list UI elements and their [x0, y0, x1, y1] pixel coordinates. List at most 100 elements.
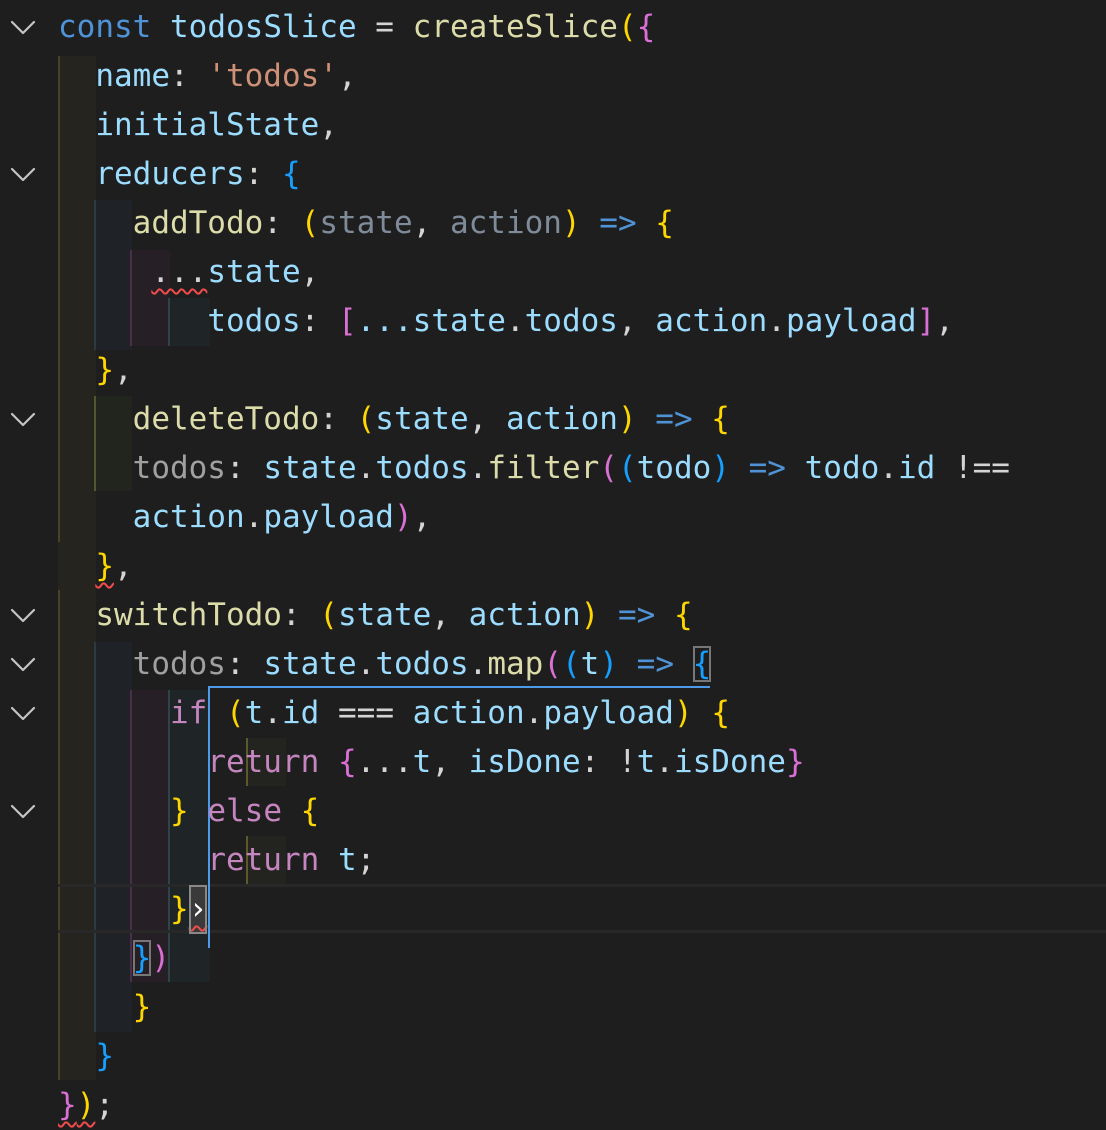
code-token: .: [879, 450, 898, 486]
code-token: state: [263, 646, 357, 682]
code-line[interactable]: ...state,: [58, 248, 319, 297]
code-token: ]: [916, 303, 936, 339]
code-token: ): [561, 205, 581, 241]
code-token: (: [225, 695, 245, 731]
code-token: }: [58, 1087, 77, 1123]
code-line[interactable]: name: 'todos',: [58, 52, 356, 101]
code-token: }: [132, 940, 152, 976]
code-editor[interactable]: const todosSlice = createSlice({ name: '…: [0, 0, 1106, 1126]
code-token: id: [282, 695, 320, 731]
code-token: (: [561, 646, 581, 682]
fold-chevron-icon[interactable]: [8, 160, 38, 190]
code-token: :: [244, 156, 282, 192]
fold-chevron-icon[interactable]: [8, 601, 38, 631]
code-token: {: [711, 695, 730, 731]
fold-chevron-icon[interactable]: [8, 13, 38, 43]
code-line[interactable]: deleteTodo: (state, action) => {: [58, 395, 730, 444]
fold-chevron-icon[interactable]: [8, 797, 38, 827]
code-token: const: [58, 9, 152, 45]
code-token: =>: [599, 205, 637, 241]
code-token: t: [337, 842, 357, 878]
code-line[interactable]: action.payload),: [58, 493, 432, 542]
code-token: : !: [580, 744, 637, 780]
code-token: }: [169, 891, 189, 927]
code-line[interactable]: const todosSlice = createSlice({: [58, 3, 655, 52]
code-token: ): [673, 695, 693, 731]
code-line[interactable]: todos: state.todos.filter((todo) => todo…: [58, 444, 1010, 493]
code-token: .: [524, 695, 544, 731]
code-token: payload: [263, 499, 394, 535]
code-line[interactable]: reducers: {: [58, 150, 300, 199]
code-line[interactable]: } else {: [58, 787, 319, 836]
code-token: isDone: [673, 744, 786, 780]
code-token: .: [356, 450, 376, 486]
code-token: {: [636, 9, 656, 45]
code-token: if: [169, 695, 208, 731]
code-line[interactable]: }): [58, 934, 170, 983]
fold-chevron-icon[interactable]: [8, 405, 38, 435]
code-line[interactable]: }: [58, 1032, 114, 1081]
code-token: (: [617, 450, 637, 486]
code-token: (: [543, 646, 562, 682]
code-token: }: [95, 352, 114, 388]
code-line[interactable]: todos: [...state.todos, action.payload],: [58, 297, 954, 346]
code-line[interactable]: todos: state.todos.map((t) => {: [58, 640, 712, 689]
code-token: {: [692, 646, 712, 682]
code-token: ,: [114, 548, 133, 584]
code-token: :: [263, 205, 301, 241]
code-token: ,: [431, 744, 469, 780]
code-token: ,: [935, 303, 954, 339]
code-token: todos: [132, 646, 226, 682]
code-token: .: [468, 450, 488, 486]
code-token: ): [599, 646, 618, 682]
code-line[interactable]: },: [58, 542, 133, 591]
code-token: else: [207, 793, 282, 829]
code-token: action: [412, 695, 525, 731]
code-line[interactable]: },: [58, 346, 132, 395]
code-token: (: [599, 450, 618, 486]
code-line[interactable]: if (t.id === action.payload) {: [58, 689, 730, 738]
code-line[interactable]: }: [58, 983, 152, 1032]
code-token: [: [337, 303, 357, 339]
code-line[interactable]: switchTodo: (state, action) => {: [58, 591, 692, 640]
code-token: =>: [655, 401, 693, 437]
code-line[interactable]: }›: [58, 885, 208, 934]
code-token: t: [244, 695, 264, 731]
code-token: .: [468, 646, 488, 682]
code-token: ): [393, 499, 413, 535]
code-token: payload: [543, 695, 674, 731]
code-line[interactable]: return {...t, isDone: !t.isDone}: [58, 738, 804, 787]
code-line[interactable]: });: [58, 1081, 114, 1130]
code-token: ...state: [356, 303, 506, 339]
code-line[interactable]: addTodo: (state, action) => {: [58, 199, 674, 248]
code-token: id: [897, 450, 936, 486]
code-line[interactable]: return t;: [58, 836, 375, 885]
code-token: action: [655, 303, 768, 339]
code-token: payload: [785, 303, 917, 339]
code-line[interactable]: initialState,: [58, 101, 338, 150]
code-token: todo: [636, 450, 712, 486]
code-token: ,: [412, 499, 432, 535]
fold-chevron-icon[interactable]: [8, 699, 38, 729]
code-token: }: [95, 1038, 114, 1074]
code-token: name: [95, 58, 170, 94]
fold-chevron-icon[interactable]: [8, 650, 38, 680]
code-token: state: [375, 401, 469, 437]
code-token: ...: [151, 254, 208, 290]
